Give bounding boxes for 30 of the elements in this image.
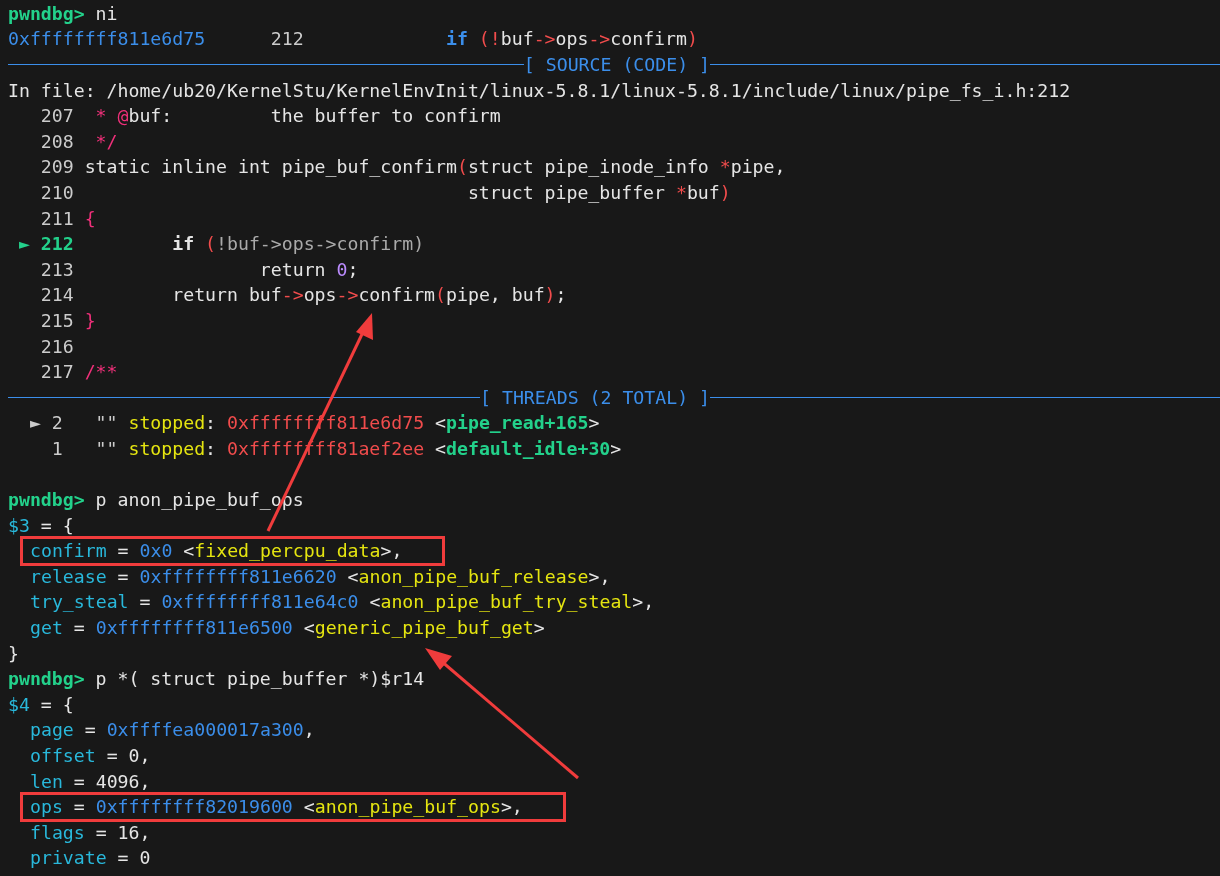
terminal-line: ► 212 if (!buf->ops->confirm) bbox=[17, 233, 425, 256]
terminal-line: 211 { bbox=[39, 207, 96, 230]
terminal-line: get = 0xffffffff811e6500 <generic_pipe_buf_get> bbox=[30, 617, 545, 640]
terminal-line: len = 4096, bbox=[30, 770, 151, 793]
terminal-line: 209 static inline int pipe_buf_confirm(struct pipe_inode_info *pipe, bbox=[39, 156, 786, 179]
terminal-line: 214 return buf->ops->confirm(pipe, buf); bbox=[39, 284, 567, 307]
terminal-line: } bbox=[8, 642, 19, 665]
section-header: [ SOURCE (CODE) ] bbox=[523, 53, 710, 77]
terminal-line: offset = 0, bbox=[30, 745, 151, 767]
terminal-line: $3 = { bbox=[8, 514, 74, 537]
terminal-line: confirm = 0x0 <fixed_percpu_data>, bbox=[30, 540, 403, 563]
terminal-line: 208 */ bbox=[39, 130, 118, 153]
terminal-line: $4 = { bbox=[8, 693, 74, 716]
terminal-line: 213 return 0; bbox=[39, 258, 359, 281]
terminal-line: 210 struct pipe_buffer *buf) bbox=[39, 181, 731, 204]
terminal-line: try_steal = 0xffffffff811e64c0 <anon_pipe_buf_try_steal>, bbox=[30, 591, 655, 614]
section-header: [ THREADS (2 TOTAL) ] bbox=[480, 385, 710, 410]
terminal-line: 0xffffffff811e6d75 212 if (!buf->ops->confirm) bbox=[8, 28, 698, 51]
terminal-line: private = 0 bbox=[30, 847, 151, 870]
terminal-line: pwndbg> ni bbox=[8, 2, 118, 25]
terminal-line: In file: /home/ub20/KernelStu/KernelEnvInit/linux-5.8.1/linux-5.8.1/include/linux/pipe_fs_i.h:212 bbox=[8, 79, 1071, 102]
terminal-line: release = 0xffffffff811e6620 <anon_pipe_buf_release>, bbox=[30, 565, 611, 588]
terminal-line: pwndbg> p *( struct pipe_buffer *)$r14 bbox=[8, 668, 425, 691]
terminal-line: page = 0xffffea000017a300, bbox=[30, 719, 315, 742]
terminal-line: flags = 16, bbox=[30, 821, 151, 844]
terminal-line: 207 * @buf: the buffer to confirm bbox=[39, 105, 501, 128]
terminal-line: 217 /** bbox=[39, 361, 118, 384]
terminal-line: 215 } bbox=[39, 309, 96, 332]
terminal-line: ops = 0xffffffff82019600 <anon_pipe_buf_ops>, bbox=[30, 796, 523, 819]
terminal-line: 216 bbox=[39, 335, 74, 358]
